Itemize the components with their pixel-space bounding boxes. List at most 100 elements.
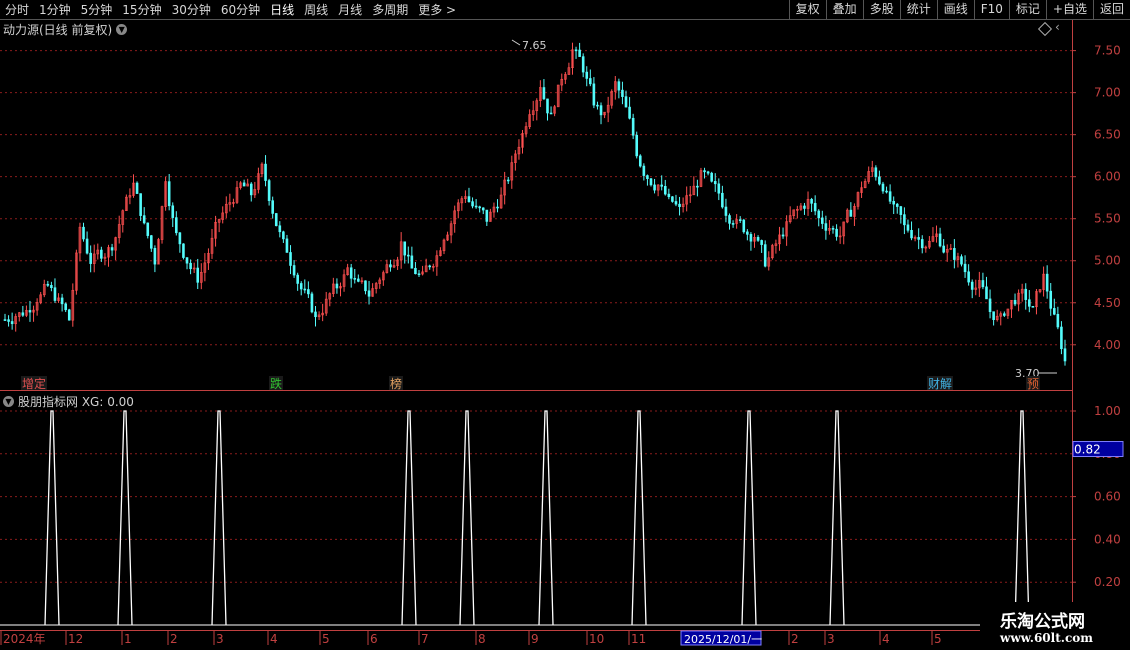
candle-body <box>153 248 157 265</box>
candle-body <box>746 231 749 235</box>
candle-body <box>678 203 681 207</box>
candle-body <box>1024 288 1028 300</box>
candle-body <box>756 237 760 241</box>
candle-body <box>724 206 728 216</box>
candle-body <box>599 105 603 116</box>
x-tick-label: 2024年 <box>3 632 46 646</box>
watermark-title: 乐淘公式网 <box>1000 612 1085 632</box>
signal-spike <box>401 410 417 626</box>
candle-body <box>549 112 553 115</box>
candle-body <box>917 237 920 240</box>
candle-body <box>621 89 624 97</box>
kline-chart[interactable]: 7.507.006.506.005.505.004.504.007.653.70… <box>0 0 1130 650</box>
candle-body <box>1060 326 1063 350</box>
candle-body <box>285 238 289 253</box>
candle-body <box>171 205 175 218</box>
candle-body <box>364 280 367 292</box>
y-tick-label: 5.00 <box>1094 254 1121 268</box>
candle-body <box>813 203 817 212</box>
candle-body <box>903 214 906 226</box>
candle-body <box>663 186 667 195</box>
candle-body <box>7 319 10 322</box>
candle-body <box>963 263 967 273</box>
candle-body <box>888 191 892 202</box>
candle-body <box>21 312 25 316</box>
candle-body <box>428 265 432 268</box>
candle-body <box>920 239 924 249</box>
candle-body <box>303 288 307 291</box>
candle-body <box>60 297 64 305</box>
candle-body <box>310 293 314 313</box>
candle-body <box>410 255 414 269</box>
candle-body <box>135 182 139 194</box>
candle-body <box>721 192 724 208</box>
signal-spike <box>117 410 133 626</box>
candle-body <box>353 278 357 280</box>
y-tick-label: 6.00 <box>1094 170 1121 184</box>
event-tag: 财解 <box>928 377 952 391</box>
candle-body <box>10 321 14 325</box>
candle-body <box>906 224 910 231</box>
y-tick-label: 0.40 <box>1094 532 1121 546</box>
event-tag: 增定 <box>22 376 46 391</box>
candle-body <box>64 303 67 311</box>
candle-body <box>267 180 271 201</box>
event-tag: 榜 <box>390 376 402 391</box>
candle-body <box>289 252 292 266</box>
candle-body <box>146 222 150 236</box>
x-tick-label: 3 <box>216 632 224 646</box>
candle-body <box>953 248 956 260</box>
candle-body <box>674 201 678 205</box>
candle-body <box>831 228 835 230</box>
candle-body <box>763 244 767 267</box>
y-tick-label: 5.50 <box>1094 212 1121 226</box>
candle-body <box>89 252 92 264</box>
candle-body <box>82 226 85 240</box>
y-tick-label: 4.50 <box>1094 296 1121 310</box>
candle-body <box>110 247 114 251</box>
signal-spike <box>741 410 757 626</box>
candle-body <box>760 240 763 245</box>
y-tick-label: 0.20 <box>1094 575 1121 589</box>
candle-body <box>803 205 806 209</box>
candle-body <box>642 165 646 176</box>
candle-body <box>817 210 821 219</box>
candle-body <box>46 283 50 286</box>
signal-spike <box>211 410 227 626</box>
x-tick-label: 1 <box>124 632 132 646</box>
candle-body <box>878 176 881 185</box>
candle-body <box>667 193 671 198</box>
candle-body <box>703 170 706 173</box>
candle-body <box>175 217 178 234</box>
candle-body <box>478 206 481 209</box>
candle-body <box>307 289 310 295</box>
candle-body <box>810 198 813 204</box>
candle-body <box>278 225 282 233</box>
candle-body <box>485 209 489 222</box>
candle-body <box>196 267 200 283</box>
candle-body <box>638 155 642 167</box>
y-tick-label: 7.00 <box>1094 86 1121 100</box>
x-tick-label: 10 <box>589 632 604 646</box>
x-tick-label: 7 <box>421 632 429 646</box>
x-tick-label: 6 <box>370 632 378 646</box>
candle-body <box>970 281 974 290</box>
candle-body <box>671 196 674 202</box>
signal-spike <box>538 410 554 626</box>
x-tick-label: 2 <box>170 632 178 646</box>
y-tick-label: 0.60 <box>1094 490 1121 504</box>
candle-body <box>960 256 963 265</box>
candle-body <box>892 200 895 205</box>
y-tick-label: 4.00 <box>1094 338 1121 352</box>
candle-body <box>742 219 746 233</box>
candle-body <box>967 271 970 283</box>
candle-body <box>299 283 303 290</box>
x-tick-label: 12 <box>68 632 83 646</box>
candle-body <box>1052 308 1056 315</box>
candle-body <box>335 283 339 289</box>
signal-spike <box>829 410 845 626</box>
candle-body <box>406 254 410 257</box>
candle-body <box>357 278 360 282</box>
candle-body <box>624 96 628 108</box>
candle-body <box>985 286 988 300</box>
